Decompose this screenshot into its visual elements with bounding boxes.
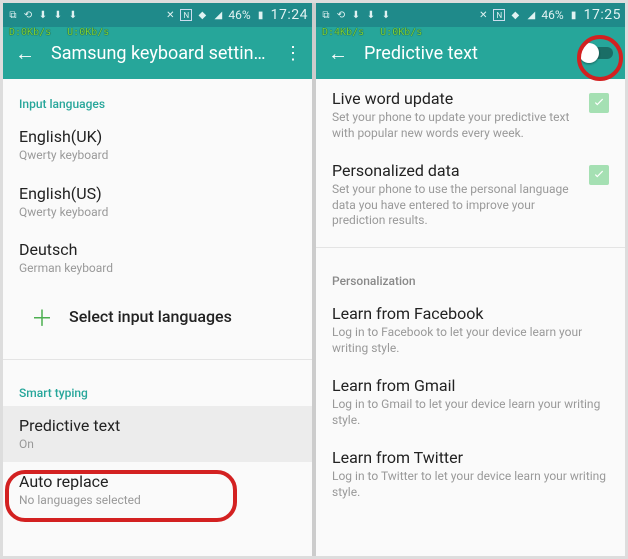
- battery-percent: 46%: [541, 8, 563, 22]
- learn-from-gmail-item[interactable]: Learn from Gmail Log in to Gmail to let …: [316, 366, 625, 438]
- battery-percent: 46%: [228, 8, 250, 22]
- clock: 17:24: [271, 7, 308, 23]
- download-icon: ⬇: [37, 9, 49, 21]
- nfc-icon: N: [180, 9, 192, 21]
- signal-icon: ◢: [525, 9, 537, 21]
- back-icon[interactable]: ←: [15, 41, 35, 66]
- section-smart-typing: Smart typing: [3, 368, 312, 406]
- battery-icon: ▮: [255, 9, 267, 21]
- auto-replace-item[interactable]: Auto replace No languages selected: [3, 462, 312, 519]
- screenshot-icon: ⧉: [320, 9, 332, 21]
- language-item[interactable]: Deutsch German keyboard: [3, 230, 312, 287]
- plus-icon: ＋: [31, 301, 53, 333]
- section-personalization: Personalization: [316, 256, 625, 294]
- download-icon: ⬇: [67, 9, 79, 21]
- language-item[interactable]: English(UK) Qwerty keyboard: [3, 117, 312, 174]
- language-item[interactable]: English(US) Qwerty keyboard: [3, 174, 312, 231]
- location-icon: ◆: [196, 9, 208, 21]
- sync-icon: ⟲: [22, 9, 34, 21]
- download-icon: ⬇: [52, 9, 64, 21]
- divider: [3, 359, 312, 360]
- wifi-off-icon: ✕: [164, 9, 176, 21]
- keyboard-settings-screen: ⧉ ⟲ ⬇ ⬇ ⬇ ✕ N ◆ ◢ 46% ▮ 17:24 D:0Kb/s U:…: [3, 3, 312, 556]
- back-icon[interactable]: ←: [328, 41, 348, 66]
- live-word-update-item[interactable]: Live word update Set your phone to updat…: [316, 79, 625, 151]
- sync-icon: ⟲: [335, 9, 347, 21]
- personalized-data-item[interactable]: Personalized data Set your phone to use …: [316, 151, 625, 239]
- page-title: Predictive text: [364, 43, 565, 64]
- checkbox-checked-icon[interactable]: [589, 165, 609, 185]
- battery-icon: ▮: [568, 9, 580, 21]
- learn-from-twitter-item[interactable]: Learn from Twitter Log in to Twitter to …: [316, 438, 625, 510]
- download-icon: ⬇: [365, 9, 377, 21]
- download-icon: ⬇: [350, 9, 362, 21]
- wifi-off-icon: ✕: [477, 9, 489, 21]
- overflow-menu-icon[interactable]: ⋮: [284, 43, 300, 64]
- download-icon: ⬇: [380, 9, 392, 21]
- network-speed-overlay: D:4Kb/s U:0Kb/s: [316, 27, 422, 41]
- predictive-text-master-toggle[interactable]: [581, 44, 613, 62]
- signal-icon: ◢: [212, 9, 224, 21]
- clock: 17:25: [584, 7, 621, 23]
- divider: [316, 247, 625, 248]
- checkbox-checked-icon[interactable]: [589, 93, 609, 113]
- location-icon: ◆: [509, 9, 521, 21]
- nfc-icon: N: [493, 9, 505, 21]
- screenshot-icon: ⧉: [7, 9, 19, 21]
- status-bar: ⧉ ⟲ ⬇ ⬇ ⬇ ✕ N ◆ ◢ 46% ▮ 17:24: [3, 3, 312, 27]
- status-bar: ⧉ ⟲ ⬇ ⬇ ⬇ ✕ N ◆ ◢ 46% ▮ 17:25: [316, 3, 625, 27]
- predictive-text-screen: ⧉ ⟲ ⬇ ⬇ ⬇ ✕ N ◆ ◢ 46% ▮ 17:25 D:4Kb/s U:…: [316, 3, 625, 556]
- learn-from-facebook-item[interactable]: Learn from Facebook Log in to Facebook t…: [316, 294, 625, 366]
- section-input-languages: Input languages: [3, 79, 312, 117]
- page-title: Samsung keyboard settings: [51, 43, 268, 64]
- network-speed-overlay: D:0Kb/s U:0Kb/s: [3, 27, 109, 41]
- select-input-languages-button[interactable]: ＋ Select input languages: [3, 287, 312, 351]
- predictive-text-item[interactable]: Predictive text On: [3, 406, 312, 463]
